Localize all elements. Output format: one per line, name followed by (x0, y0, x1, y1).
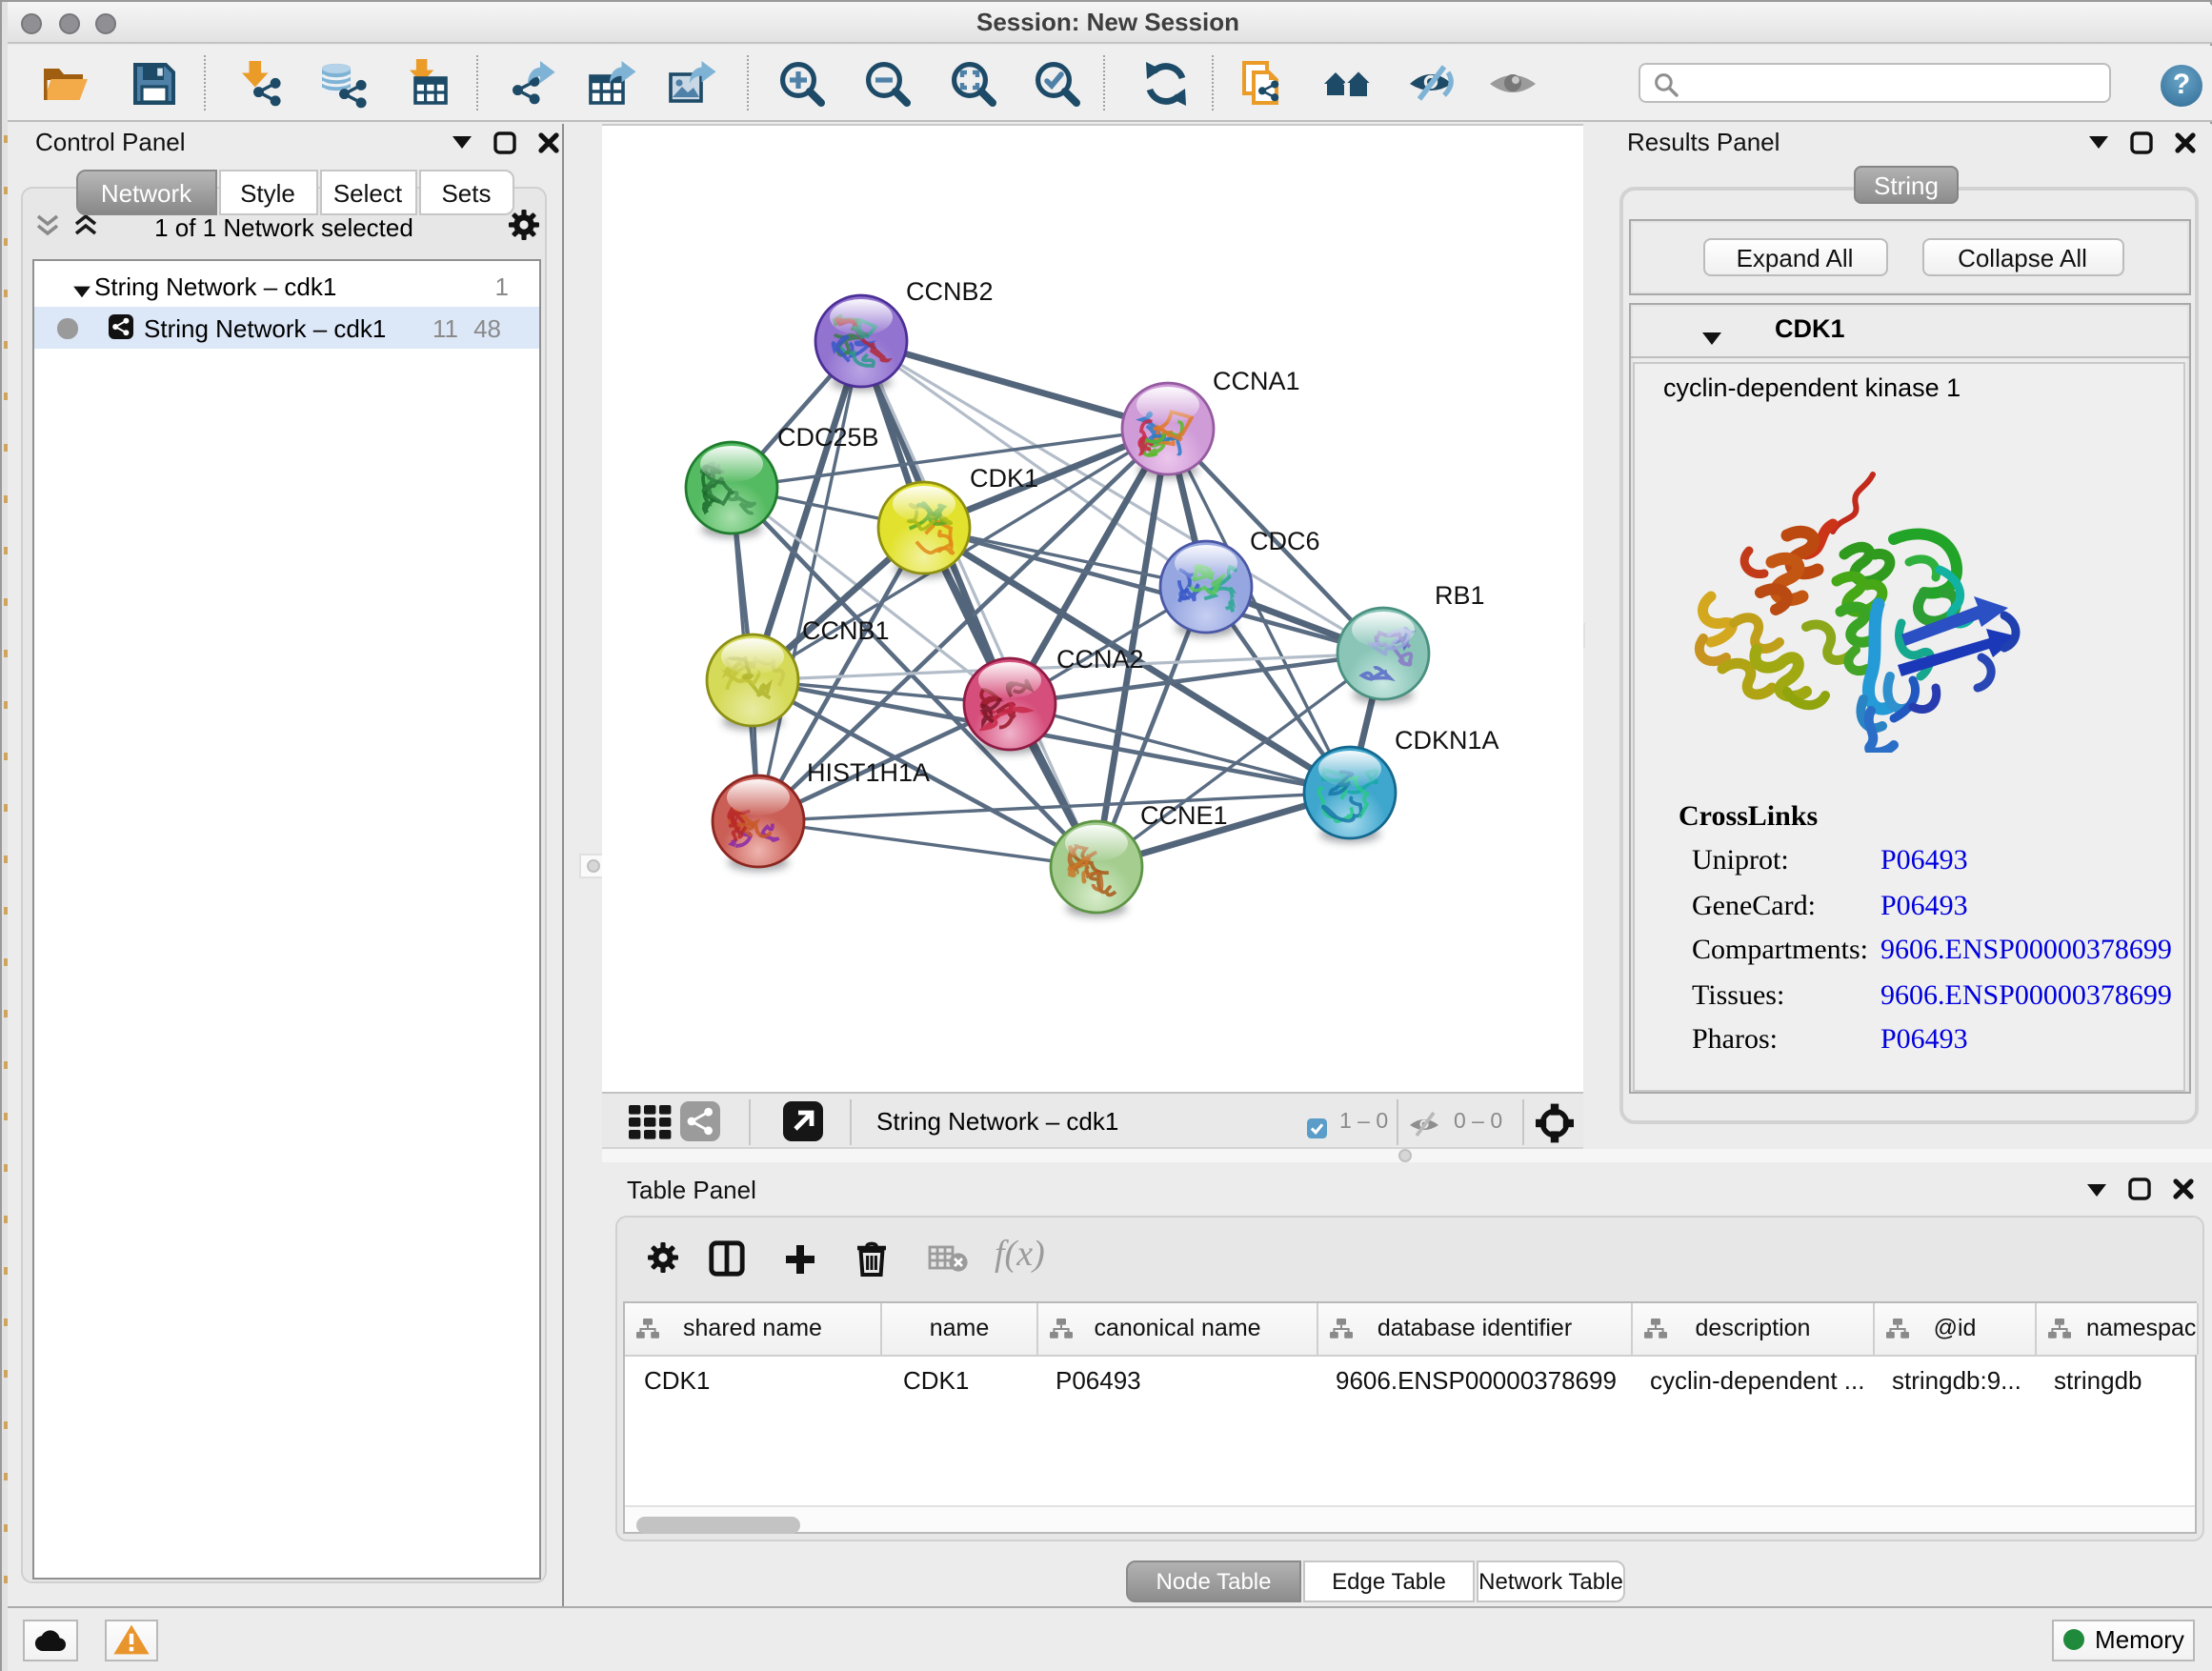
svg-text:RB1: RB1 (1435, 580, 1485, 609)
svg-text:CCNB1: CCNB1 (802, 615, 890, 644)
svg-text:CDK1: CDK1 (970, 463, 1038, 492)
svg-text:CDC6: CDC6 (1250, 526, 1320, 554)
svg-text:CCNA2: CCNA2 (1056, 644, 1144, 673)
svg-text:CCNA1: CCNA1 (1213, 366, 1300, 394)
svg-text:CDC25B: CDC25B (777, 422, 879, 451)
svg-text:CCNE1: CCNE1 (1140, 800, 1228, 829)
svg-text:CDKN1A: CDKN1A (1395, 725, 1499, 754)
svg-text:CCNB2: CCNB2 (906, 276, 994, 305)
svg-text:HIST1H1A: HIST1H1A (807, 757, 930, 786)
